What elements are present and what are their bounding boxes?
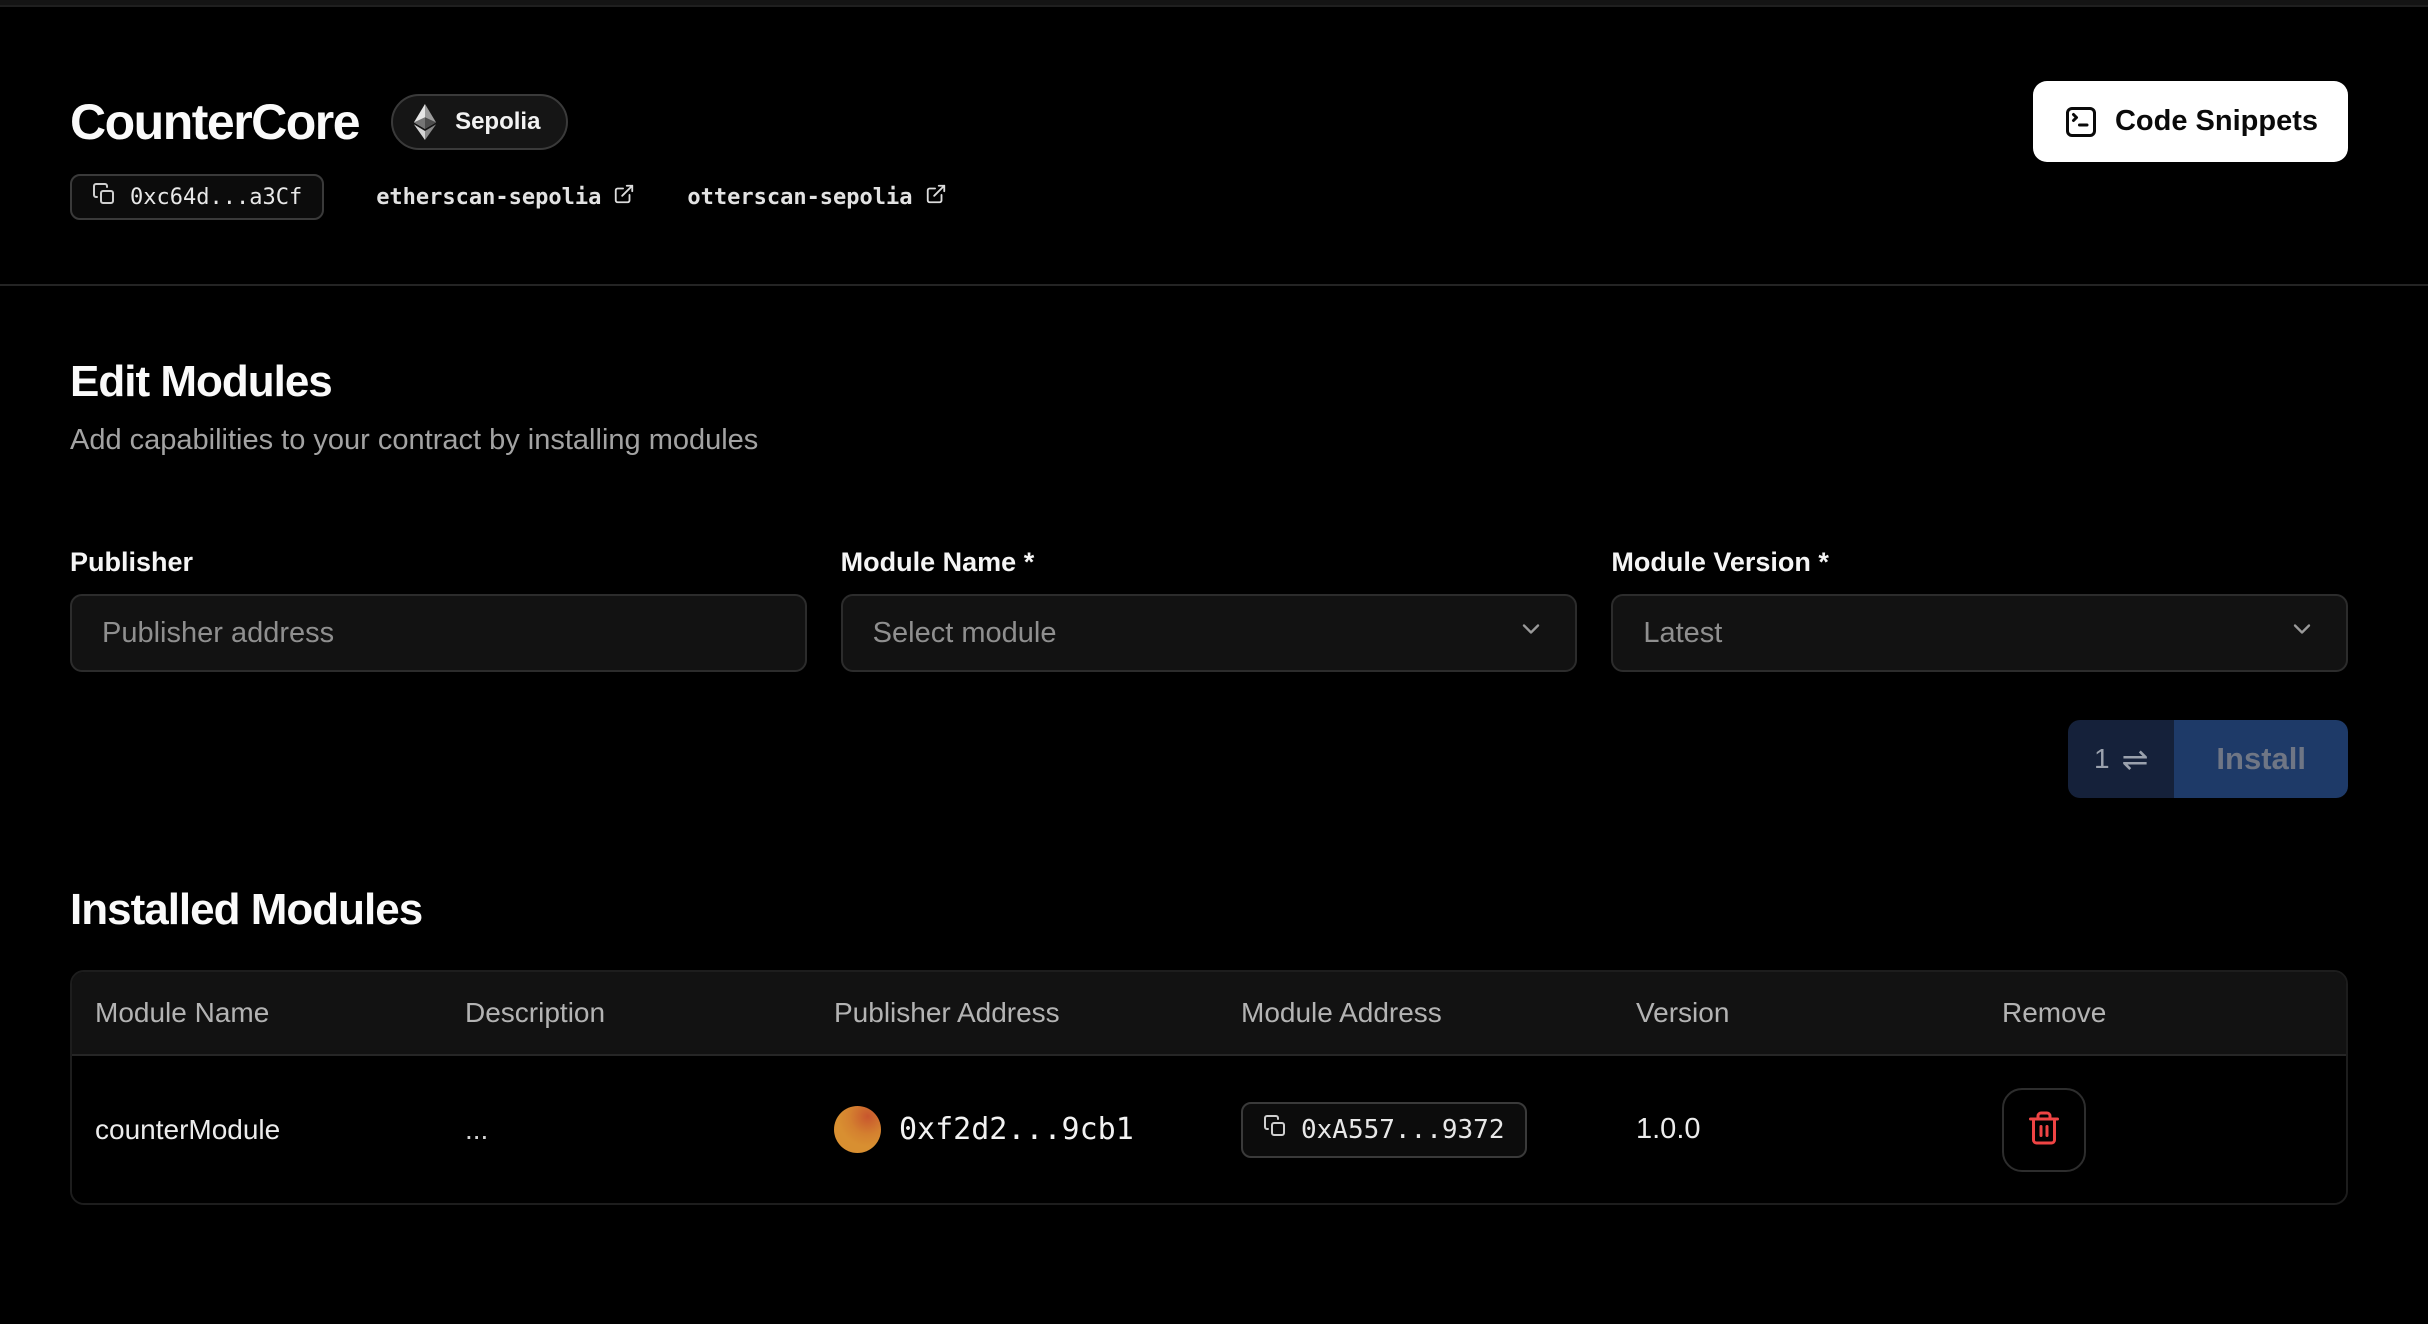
tx-count: 1 xyxy=(2094,743,2110,775)
install-row: 1 ⇌ Install xyxy=(70,720,2348,798)
network-badge-label: Sepolia xyxy=(455,108,540,136)
top-bar xyxy=(0,0,2428,7)
col-publisher-address: Publisher Address xyxy=(811,997,1218,1029)
title-group: CounterCore Sepolia xyxy=(70,92,568,152)
col-version: Version xyxy=(1613,997,1979,1029)
col-description: Description xyxy=(442,997,811,1029)
module-address: 0xA557...9372 xyxy=(1301,1115,1505,1145)
copy-icon xyxy=(1263,1114,1287,1145)
module-install-form: Publisher Module Name * Select module Mo… xyxy=(70,546,2348,672)
otterscan-sepolia-label: otterscan-sepolia xyxy=(687,185,912,210)
trash-icon xyxy=(2026,1110,2062,1149)
install-button[interactable]: Install xyxy=(2174,720,2348,798)
tx-count-badge[interactable]: 1 ⇌ xyxy=(2068,720,2174,798)
publisher-address[interactable]: 0xf2d2...9cb1 xyxy=(899,1112,1134,1147)
module-version-select[interactable]: Latest xyxy=(1611,594,2348,672)
module-version-field-group: Module Version * Latest xyxy=(1611,546,2348,672)
version-cell: 1.0.0 xyxy=(1613,1113,1979,1146)
remove-module-button[interactable] xyxy=(2002,1088,2086,1172)
terminal-icon xyxy=(2063,104,2099,140)
etherscan-sepolia-label: etherscan-sepolia xyxy=(376,185,601,210)
module-name-label: Module Name * xyxy=(841,546,1578,578)
installed-modules-title: Installed Modules xyxy=(70,884,2348,936)
ethereum-icon xyxy=(407,104,443,140)
chevron-down-icon xyxy=(1517,615,1545,651)
otterscan-sepolia-link[interactable]: otterscan-sepolia xyxy=(687,183,946,211)
main-content: Edit Modules Add capabilities to your co… xyxy=(0,356,2428,1205)
publisher-field-group: Publisher xyxy=(70,546,807,672)
contract-address-chip[interactable]: 0xc64d...a3Cf xyxy=(70,174,324,220)
installed-modules-table: Module Name Description Publisher Addres… xyxy=(70,970,2348,1205)
col-remove: Remove xyxy=(1979,997,2346,1029)
code-snippets-button[interactable]: Code Snippets xyxy=(2033,81,2348,162)
module-address-chip[interactable]: 0xA557...9372 xyxy=(1241,1102,1527,1158)
col-module-name: Module Name xyxy=(72,997,442,1029)
publisher-label: Publisher xyxy=(70,546,807,578)
external-link-icon xyxy=(925,183,947,211)
code-snippets-label: Code Snippets xyxy=(2115,105,2318,138)
module-address-cell: 0xA557...9372 xyxy=(1218,1102,1613,1158)
edit-modules-title: Edit Modules xyxy=(70,356,2348,408)
module-name-select[interactable]: Select module xyxy=(841,594,1578,672)
publisher-address-cell: 0xf2d2...9cb1 xyxy=(811,1106,1218,1153)
install-split-button: 1 ⇌ Install xyxy=(2068,720,2348,798)
table-header-row: Module Name Description Publisher Addres… xyxy=(72,972,2346,1056)
module-version-select-value: Latest xyxy=(1643,617,1722,650)
publisher-avatar xyxy=(834,1106,881,1153)
page-title: CounterCore xyxy=(70,92,359,152)
network-badge[interactable]: Sepolia xyxy=(391,94,568,150)
external-link-icon xyxy=(613,183,635,211)
copy-icon xyxy=(92,182,116,212)
edit-modules-subtitle: Add capabilities to your contract by ins… xyxy=(70,422,2348,458)
address-row: 0xc64d...a3Cf etherscan-sepolia ottersca… xyxy=(70,174,2348,220)
remove-cell xyxy=(1979,1088,2346,1172)
contract-address: 0xc64d...a3Cf xyxy=(130,185,302,210)
page: CounterCore Sepolia xyxy=(0,0,2428,1205)
tx-swap-icon: ⇌ xyxy=(2122,743,2149,775)
chevron-down-icon xyxy=(2288,615,2316,651)
description-cell: ... xyxy=(442,1114,811,1146)
module-name-cell: counterModule xyxy=(72,1114,442,1146)
module-version-label: Module Version * xyxy=(1611,546,2348,578)
col-module-address: Module Address xyxy=(1218,997,1613,1029)
contract-header: CounterCore Sepolia xyxy=(0,7,2428,286)
publisher-address-input[interactable] xyxy=(70,594,807,672)
module-name-field-group: Module Name * Select module xyxy=(841,546,1578,672)
table-row: counterModule ... 0xf2d2...9cb1 xyxy=(72,1056,2346,1203)
module-name-select-value: Select module xyxy=(873,617,1057,650)
etherscan-sepolia-link[interactable]: etherscan-sepolia xyxy=(376,183,635,211)
title-row: CounterCore Sepolia xyxy=(70,81,2348,162)
